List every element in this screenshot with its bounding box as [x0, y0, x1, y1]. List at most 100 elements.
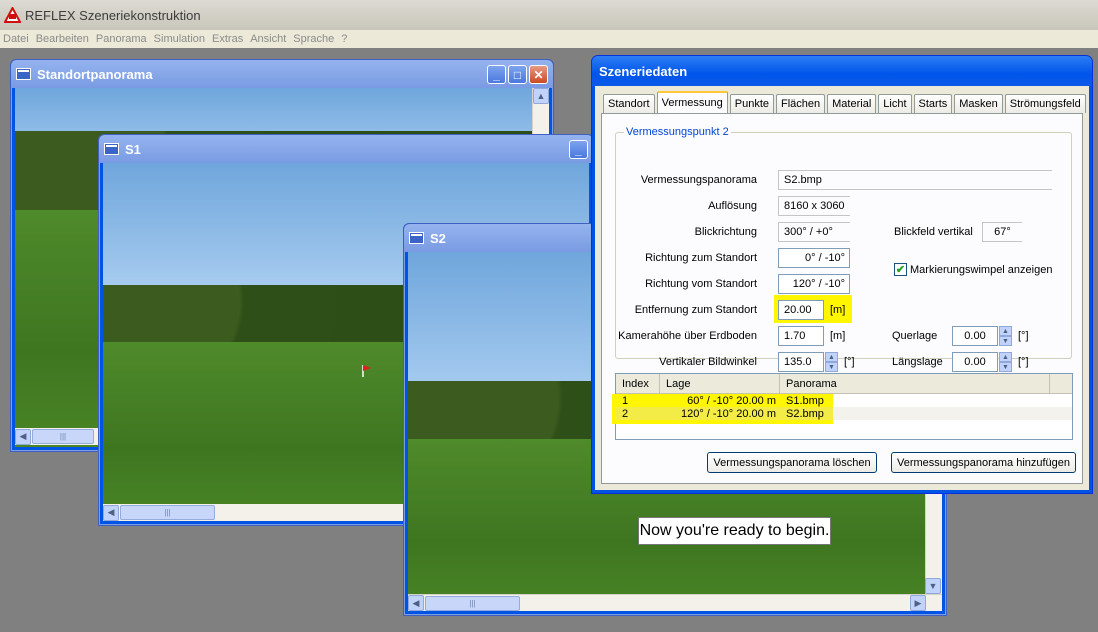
spin-down-icon[interactable]: ▼ — [999, 362, 1012, 372]
scroll-right-button[interactable]: ▶ — [910, 595, 926, 611]
column-lage[interactable]: Lage — [660, 374, 780, 393]
scroll-thumb[interactable]: ||| — [120, 505, 215, 520]
spin-up-icon[interactable]: ▲ — [999, 326, 1012, 336]
entfernung-unit: [m] — [830, 304, 846, 316]
tab-flaechen[interactable]: Flächen — [776, 94, 826, 113]
vermessungspunkt-group: Vermessungspunkt 2 — [615, 126, 1072, 359]
menu-simulation[interactable]: Simulation — [154, 33, 205, 45]
kamerahoehe-label: Kamerahöhe über Erdboden — [618, 330, 757, 342]
blickfeld-field: 67° — [982, 222, 1022, 242]
menu-bar: Datei Bearbeiten Panorama Simulation Ext… — [0, 30, 1098, 48]
minimize-button[interactable]: _ — [487, 65, 506, 84]
column-panorama[interactable]: Panorama — [780, 374, 1050, 393]
minimize-button[interactable]: _ — [569, 140, 588, 159]
column-index[interactable]: Index — [616, 374, 660, 393]
tab-punkte[interactable]: Punkte — [729, 94, 774, 113]
standort-horizontal-scrollbar[interactable]: ◀ ||| — [15, 428, 98, 445]
aufloesung-label: Auflösung — [708, 200, 757, 212]
scroll-thumb[interactable]: ||| — [32, 429, 94, 444]
richtung-vom-label: Richtung vom Standort — [645, 278, 757, 290]
bildwinkel-unit: [°] — [844, 356, 855, 368]
cell-index: 2 — [622, 407, 629, 420]
menu-help[interactable]: ? — [341, 33, 347, 45]
window-title: Standortpanorama — [37, 66, 153, 82]
cell-panorama: S2.bmp — [786, 407, 824, 420]
kamerahoehe-unit: [m] — [830, 330, 846, 342]
table-row[interactable]: 2 120° / -10° 20.00 m S2.bmp — [616, 407, 1072, 420]
s1-horizontal-scrollbar[interactable]: ◀ ||| — [103, 504, 403, 521]
tab-starts[interactable]: Starts — [913, 94, 953, 113]
app-title: REFLEX Szeneriekonstruktion — [25, 7, 201, 23]
table-header: Index Lage Panorama — [616, 374, 1072, 394]
tab-vermessung[interactable]: Vermessung — [656, 91, 728, 113]
laengslage-field[interactable]: 0.00 — [952, 352, 998, 372]
blickfeld-label: Blickfeld vertikal — [894, 226, 973, 238]
tab-stroemungsfeld[interactable]: Strömungsfeld — [1004, 94, 1086, 113]
entfernung-field[interactable]: 20.00 — [778, 300, 824, 320]
querlage-unit: [°] — [1018, 330, 1029, 342]
checkmark-icon: ✔ — [894, 263, 907, 276]
window-icon — [104, 143, 119, 155]
richtung-zum-field[interactable]: 0° / -10° — [778, 248, 850, 268]
maximize-button[interactable]: □ — [508, 65, 527, 84]
cell-lage: 120° / -10° 20.00 m — [680, 407, 776, 420]
resize-grip-icon[interactable] — [926, 595, 942, 611]
tab-licht[interactable]: Licht — [878, 94, 912, 113]
richtung-vom-field[interactable]: 120° / -10° — [778, 274, 850, 294]
tab-material[interactable]: Material — [827, 94, 877, 113]
bildwinkel-spinner[interactable]: ▲ ▼ — [825, 352, 838, 372]
laengslage-label: Längslage — [892, 356, 943, 368]
laengslage-spinner[interactable]: ▲ ▼ — [999, 352, 1012, 372]
markierungswimpel-checkbox[interactable]: ✔ Markierungswimpel anzeigen — [894, 263, 1052, 276]
tab-standort[interactable]: Standort — [603, 94, 655, 113]
bildwinkel-label: Vertikaler Bildwinkel — [659, 356, 757, 368]
window-title-bar[interactable]: Standortpanorama — [11, 60, 553, 88]
spin-up-icon[interactable]: ▲ — [825, 352, 838, 362]
querlage-label: Querlage — [892, 330, 938, 342]
markierung-label: Markierungswimpel anzeigen — [910, 263, 1053, 276]
scroll-down-button[interactable]: ▼ — [925, 578, 941, 594]
spin-up-icon[interactable]: ▲ — [999, 352, 1012, 362]
scroll-thumb[interactable]: ||| — [425, 595, 520, 611]
menu-datei[interactable]: Datei — [3, 33, 29, 45]
vermessungspunkte-table: Index Lage Panorama 1 60° / -10° 20.00 m… — [612, 373, 1073, 440]
laengslage-unit: [°] — [1018, 356, 1029, 368]
panorama-field: S2.bmp — [778, 170, 1052, 190]
kamerahoehe-field[interactable]: 1.70 — [778, 326, 824, 346]
close-button[interactable]: ✕ — [529, 65, 548, 84]
spin-down-icon[interactable]: ▼ — [999, 336, 1012, 346]
dialog-title-bar[interactable]: Szeneriedaten — [592, 56, 1092, 86]
scroll-left-button[interactable]: ◀ — [15, 428, 31, 445]
menu-ansicht[interactable]: Ansicht — [250, 33, 286, 45]
querlage-spinner[interactable]: ▲ ▼ — [999, 326, 1012, 346]
spin-down-icon[interactable]: ▼ — [825, 362, 838, 372]
scroll-up-button[interactable]: ▲ — [533, 88, 549, 104]
panorama-label: Vermessungspanorama — [640, 174, 757, 186]
menu-bearbeiten[interactable]: Bearbeiten — [36, 33, 89, 45]
add-panorama-button[interactable]: Vermessungspanorama hinzufügen — [891, 452, 1076, 473]
scroll-down-button-wrap: ▼ — [925, 578, 942, 594]
dialog-title: Szeneriedaten — [599, 63, 688, 79]
window-icon — [16, 68, 31, 80]
horizontal-scrollbar[interactable]: ◀ ||| ▶ — [408, 594, 942, 611]
scroll-left-button[interactable]: ◀ — [103, 504, 119, 521]
scroll-left-button[interactable]: ◀ — [408, 595, 424, 611]
richtung-zum-label: Richtung zum Standort — [645, 252, 757, 264]
delete-panorama-button[interactable]: Vermessungspanorama löschen — [707, 452, 877, 473]
window-title-bar[interactable]: S1 — [99, 135, 593, 163]
window-title: S1 — [125, 141, 141, 157]
cell-index: 1 — [622, 394, 629, 407]
aufloesung-field: 8160 x 3060 — [778, 196, 850, 216]
menu-extras[interactable]: Extras — [212, 33, 243, 45]
blickrichtung-field: 300° / +0° — [778, 222, 850, 242]
bildwinkel-field[interactable]: 135.0 — [778, 352, 824, 372]
tooltip: Now you're ready to begin. — [638, 517, 831, 545]
tab-strip: Standort Vermessung Punkte Flächen Mater… — [603, 91, 1088, 113]
menu-sprache[interactable]: Sprache — [293, 33, 334, 45]
tab-masken[interactable]: Masken — [954, 94, 1003, 113]
table-row[interactable]: 1 60° / -10° 20.00 m S1.bmp — [616, 394, 1072, 407]
menu-panorama[interactable]: Panorama — [96, 33, 147, 45]
querlage-field[interactable]: 0.00 — [952, 326, 998, 346]
cell-panorama: S1.bmp — [786, 394, 824, 407]
window-title: S2 — [430, 230, 446, 246]
